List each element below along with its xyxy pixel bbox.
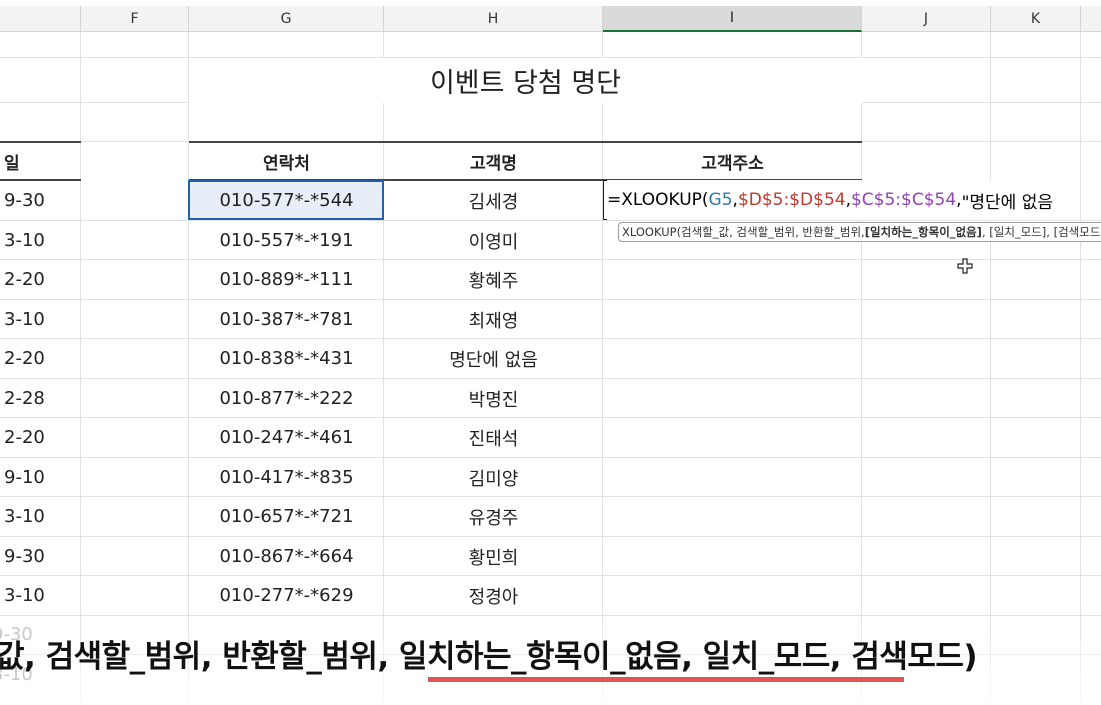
column-header-F[interactable]: F	[81, 6, 189, 32]
cell-customer-name[interactable]: 최재영	[384, 300, 603, 339]
cell-contact[interactable]: 010-247*-*461	[189, 418, 384, 457]
header-contact[interactable]: 연락처	[189, 142, 384, 181]
header-customer-name[interactable]: 고객명	[384, 142, 603, 181]
header-customer-address[interactable]: 고객주소	[603, 142, 862, 181]
column-header-E[interactable]	[0, 6, 81, 32]
cell-customer-name[interactable]: 진태석	[384, 418, 603, 457]
column-label: K	[1030, 10, 1041, 27]
gridline	[1080, 32, 1081, 705]
column-header-H[interactable]: H	[384, 6, 603, 32]
cell-date[interactable]: 2-20	[0, 418, 80, 457]
syntax-caption: 값, 검색할_범위, 반환할_범위, 일치하는_항목이_없음, 일치_모드, 검…	[0, 638, 978, 675]
column-label: G	[280, 10, 292, 27]
cell-date[interactable]: 2-28	[0, 379, 80, 418]
gridline	[861, 32, 862, 705]
formula-prefix: =XLOOKUP(	[607, 190, 709, 210]
cell-contact[interactable]: 010-877*-*222	[189, 379, 384, 418]
formula-arg-return-range: $C$5:$C$54	[850, 190, 957, 210]
cell-date[interactable]: 3-10	[0, 221, 80, 260]
cell-customer-name[interactable]: 김미양	[384, 458, 603, 497]
cell-contact[interactable]: 010-867*-*664	[189, 537, 384, 576]
column-header-G[interactable]: G	[189, 6, 384, 32]
formula-arg-not-found: "명단에 없음	[961, 192, 1054, 213]
column-label: J	[923, 10, 929, 27]
header-date[interactable]: 일	[0, 142, 80, 181]
cell-cursor-icon	[957, 258, 973, 274]
cell-customer-name[interactable]: 박명진	[384, 379, 603, 418]
column-header-I[interactable]: I	[603, 6, 862, 32]
column-header-J[interactable]: J	[862, 6, 991, 32]
cell-customer-name[interactable]: 명단에 없음	[384, 339, 603, 378]
cell-contact[interactable]: 010-657*-*721	[189, 497, 384, 536]
cell-customer-name[interactable]: 유경주	[384, 497, 603, 536]
cell-contact[interactable]: 010-577*-*544	[189, 181, 384, 220]
cell-customer-name[interactable]: 김세경	[384, 181, 603, 220]
cell-contact[interactable]: 010-557*-*191	[189, 221, 384, 260]
cell-contact[interactable]: 010-387*-*781	[189, 300, 384, 339]
cell-customer-name[interactable]: 황민희	[384, 537, 603, 576]
formula-arg-lookup-range: $D$5:$D$54	[737, 190, 846, 210]
column-label: H	[487, 10, 499, 27]
cell-contact[interactable]: 010-277*-*629	[189, 576, 384, 615]
formula-input[interactable]: =XLOOKUP(G5, $D$5:$D$54, $C$5:$C$54, "명단에 없…	[607, 180, 1058, 220]
column-label: F	[130, 10, 139, 27]
tooltip-text: XLOOKUP(검색할_값, 검색할_범위, 반환할_범위,	[622, 225, 865, 239]
tooltip-text-rest: , [일치_모드], [검색모드])	[981, 225, 1101, 239]
column-header-K[interactable]: K	[991, 6, 1081, 32]
cell-date[interactable]: 3-10	[0, 300, 80, 339]
cell-contact[interactable]: 010-838*-*431	[189, 339, 384, 378]
cell-date[interactable]: 2-20	[0, 260, 80, 299]
cell-customer-name[interactable]: 이영미	[384, 221, 603, 260]
formula-arg-lookup: G5	[708, 190, 733, 210]
cell-contact[interactable]: 010-417*-*835	[189, 458, 384, 497]
cell-customer-name[interactable]: 황혜주	[384, 260, 603, 299]
cell-contact[interactable]: 010-889*-*111	[189, 260, 384, 299]
tooltip-current-arg: [일치하는_항목이_없음]	[864, 225, 982, 239]
cell-date[interactable]: 2-20	[0, 339, 80, 378]
caption-underline	[428, 677, 904, 682]
cell-customer-name[interactable]: 정경아	[384, 576, 603, 615]
gridline	[80, 32, 81, 705]
function-tooltip[interactable]: XLOOKUP(검색할_값, 검색할_범위, 반환할_범위, [일치하는_항목이…	[618, 222, 1101, 242]
column-header-L[interactable]	[1081, 6, 1101, 32]
cell-date[interactable]: 3-10	[0, 576, 80, 615]
cell-date[interactable]: 3-10	[0, 497, 80, 536]
cell-date[interactable]: 9-30	[0, 181, 80, 220]
column-label: I	[729, 10, 735, 26]
gridline	[990, 32, 991, 705]
cell-date[interactable]: 9-10	[0, 458, 80, 497]
cell-date[interactable]: 9-30	[0, 537, 80, 576]
sheet-title[interactable]: 이벤트 당첨 명단	[189, 58, 862, 103]
